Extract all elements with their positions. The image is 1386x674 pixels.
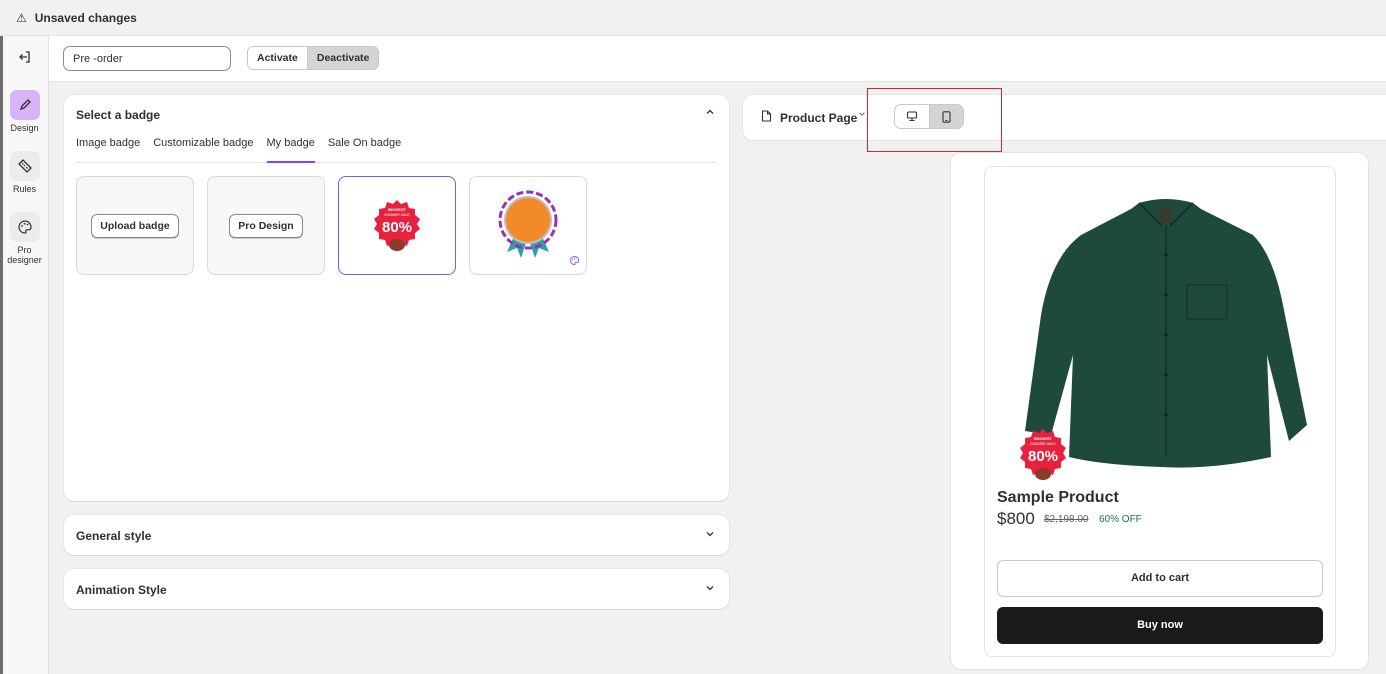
- tab-sale-on-badge[interactable]: Sale On badge: [328, 134, 401, 163]
- badge-name-input[interactable]: [63, 46, 231, 71]
- select-badge-panel: Select a badge Image badge Customizable …: [64, 95, 729, 501]
- upload-badge-tile[interactable]: Upload badge: [76, 176, 194, 275]
- ruler-icon: [9, 151, 40, 181]
- rail-item-design[interactable]: Design: [0, 90, 49, 133]
- badge-grid: Upload badge Pro Design BIGGEST SUMMER S…: [76, 176, 600, 275]
- page-selector-label[interactable]: Product Page: [780, 111, 857, 125]
- product-price: $800: [997, 509, 1035, 528]
- mobile-preview-frame: BIGGEST SUMMER SALE 80% Sample Product $…: [951, 153, 1368, 669]
- rail-item-rules[interactable]: Rules: [0, 151, 49, 194]
- badge-type-tabs: Image badge Customizable badge My badge …: [76, 134, 716, 163]
- rail-item-label: Design: [10, 123, 39, 133]
- compare-at-price: $2,198.00: [1044, 514, 1089, 525]
- badge-top-line: BIGGEST: [1034, 436, 1053, 441]
- animation-style-section[interactable]: Animation Style: [64, 569, 729, 609]
- pro-design-button[interactable]: Pro Design: [229, 213, 303, 238]
- upload-badge-button[interactable]: Upload badge: [91, 213, 179, 238]
- exit-icon[interactable]: [16, 50, 34, 68]
- add-to-cart-button[interactable]: Add to cart: [997, 560, 1323, 597]
- preview-toolbar: Product Page: [743, 95, 1386, 140]
- sale-badge-image: BIGGEST SUMMER SALE 80%: [374, 199, 420, 251]
- highlight-annotation-box: [867, 88, 1002, 152]
- chevron-up-icon[interactable]: [705, 107, 715, 120]
- chevron-down-icon[interactable]: [705, 583, 715, 596]
- activation-toggle: Activate Deactivate: [247, 46, 380, 70]
- general-style-section[interactable]: General style: [64, 515, 729, 555]
- page-icon: [761, 110, 772, 125]
- unsaved-changes-bar: ⚠ Unsaved changes: [0, 0, 1386, 36]
- discount-label: 60% OFF: [1099, 514, 1142, 525]
- product-card: BIGGEST SUMMER SALE 80% Sample Product $…: [984, 166, 1336, 657]
- product-sale-badge: BIGGEST SUMMER SALE 80%: [1020, 429, 1066, 480]
- pencil-icon: [9, 90, 40, 120]
- rail-item-label: Rules: [12, 184, 36, 194]
- chevron-down-icon[interactable]: [705, 529, 715, 542]
- sale-badge-tile[interactable]: BIGGEST SUMMER SALE 80%: [338, 176, 456, 275]
- badge-sub-line: SUMMER SALE: [1030, 442, 1056, 446]
- activate-button[interactable]: Activate: [248, 47, 307, 69]
- chevron-down-icon[interactable]: [858, 110, 866, 121]
- badge-percent: 80%: [382, 219, 412, 236]
- tab-customizable-badge[interactable]: Customizable badge: [153, 134, 253, 163]
- section-title: General style: [76, 529, 152, 543]
- rosette-badge-image: [498, 190, 558, 258]
- palette-icon: [9, 212, 40, 242]
- tab-my-badge[interactable]: My badge: [266, 134, 315, 163]
- tab-image-badge[interactable]: Image badge: [76, 134, 140, 163]
- palette-icon[interactable]: [569, 255, 580, 269]
- badge-top-line: BIGGEST: [388, 207, 407, 212]
- badge-percent: 80%: [1028, 448, 1058, 465]
- section-title: Animation Style: [76, 583, 167, 597]
- deactivate-button[interactable]: Deactivate: [306, 47, 379, 69]
- rosette-badge-tile[interactable]: [469, 176, 587, 275]
- editor-toolbar: Activate Deactivate: [49, 36, 1386, 82]
- warning-icon: ⚠: [16, 10, 27, 25]
- rail-item-pro-designer[interactable]: Pro designer: [0, 212, 49, 265]
- badge-sub-line: SUMMER SALE: [384, 213, 410, 217]
- pro-design-tile[interactable]: Pro Design: [207, 176, 325, 275]
- panel-title: Select a badge: [76, 108, 161, 122]
- buy-now-button[interactable]: Buy now: [997, 607, 1323, 644]
- left-navigation-rail: Design Rules Pro designer: [0, 36, 49, 674]
- rail-item-label: Pro designer: [7, 245, 42, 265]
- product-name: Sample Product: [997, 489, 1119, 506]
- unsaved-changes-title: Unsaved changes: [34, 10, 137, 25]
